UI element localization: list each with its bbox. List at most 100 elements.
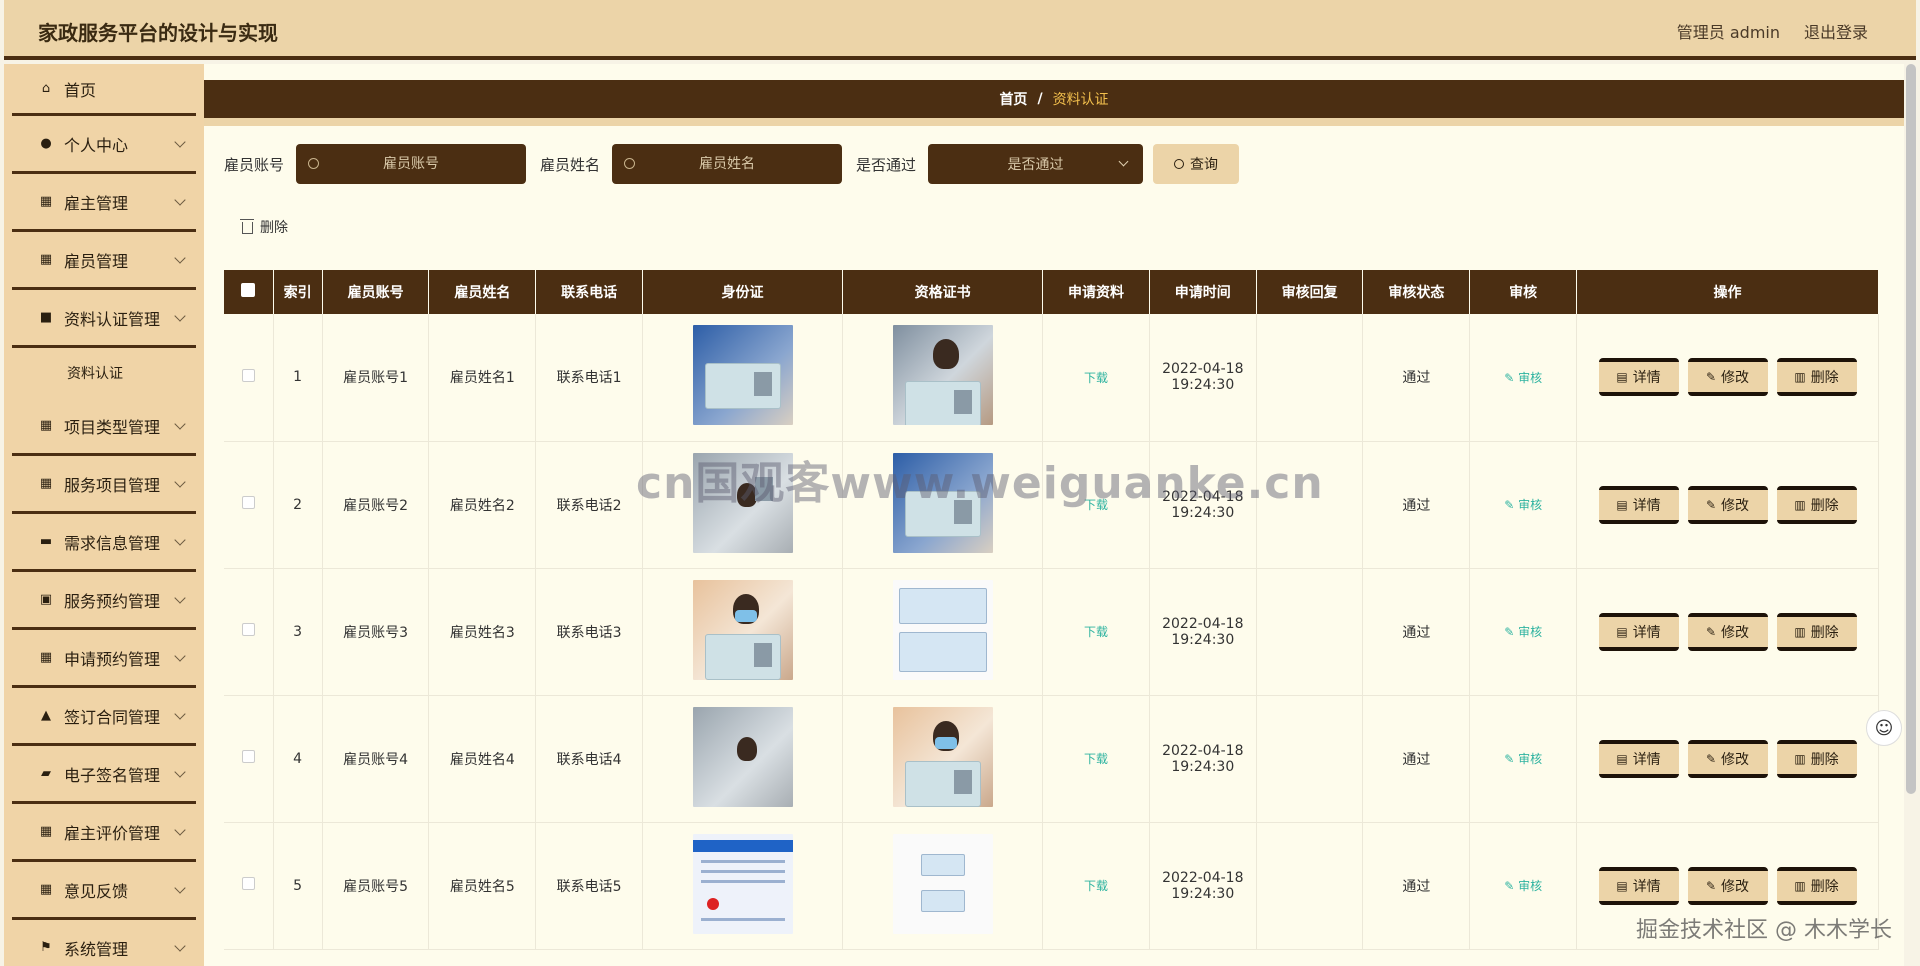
main-content: 首页 / 资料认证 雇员账号 雇员姓名 是否通过 是否通过 查询 删除 bbox=[204, 64, 1904, 966]
sidebar-item-feedback[interactable]: ▦ 意见反馈 bbox=[12, 862, 196, 920]
name-cell: 雇员姓名1 bbox=[428, 314, 537, 442]
certificate-photo[interactable] bbox=[892, 325, 993, 426]
id-card-photo[interactable] bbox=[692, 579, 793, 680]
apply-date: 2022-04-18 bbox=[1162, 869, 1244, 886]
detail-button[interactable]: ▤ 详情 bbox=[1598, 866, 1679, 905]
id-card-photo[interactable] bbox=[692, 706, 793, 807]
audit-label: 审核 bbox=[1518, 370, 1543, 385]
delete-label: 删除 bbox=[1810, 878, 1839, 895]
edit-button[interactable]: ✎ 修改 bbox=[1687, 612, 1768, 651]
sidebar-item-evaluation[interactable]: ▦ 雇主评价管理 bbox=[12, 804, 196, 862]
sidebar-item-system[interactable]: ⚑ 系统管理 bbox=[12, 920, 196, 966]
assistant-avatar-icon[interactable]: ☺ bbox=[1866, 710, 1902, 746]
phone-cell: 联系电话3 bbox=[535, 568, 644, 696]
delete-button[interactable]: ▥ 删除 bbox=[1776, 612, 1857, 651]
account-cell: 雇员账号4 bbox=[322, 695, 430, 823]
row-checkbox[interactable] bbox=[241, 496, 255, 509]
audit-link[interactable]: ✎ 审核 bbox=[1504, 371, 1542, 385]
batch-delete-button[interactable]: 删除 bbox=[240, 217, 288, 237]
sidebar-item-reservation[interactable]: ▣ 服务预约管理 bbox=[12, 572, 196, 630]
flag-icon: ⚑ bbox=[40, 940, 52, 955]
row-checkbox[interactable] bbox=[241, 877, 255, 890]
edit-button[interactable]: ✎ 修改 bbox=[1687, 739, 1768, 778]
pass-select[interactable]: 是否通过 bbox=[928, 144, 1144, 184]
top-header: 家政服务平台的设计与实现 管理员 admin 退出登录 bbox=[4, 0, 1916, 60]
table-row: 4 雇员账号4 雇员姓名4 联系电话4 下载 2022-04-18 19:24:3… bbox=[224, 695, 1879, 823]
query-button[interactable]: 查询 bbox=[1153, 144, 1240, 184]
certificate-photo[interactable] bbox=[892, 706, 993, 807]
phone-cell: 联系电话2 bbox=[535, 441, 644, 569]
id-card-photo[interactable] bbox=[692, 452, 793, 553]
breadcrumb-home[interactable]: 首页 bbox=[999, 89, 1027, 109]
person-icon: ▲ bbox=[41, 708, 51, 723]
grid-icon: ▦ bbox=[39, 418, 53, 433]
name-cell: 雇员姓名2 bbox=[428, 441, 537, 569]
account-input[interactable] bbox=[326, 156, 497, 172]
audit-link[interactable]: ✎ 审核 bbox=[1504, 752, 1542, 766]
scrollbar[interactable] bbox=[1906, 64, 1916, 794]
delete-button[interactable]: ▥ 删除 bbox=[1776, 358, 1857, 397]
sidebar-item-apply-reservation[interactable]: ▦ 申请预约管理 bbox=[12, 630, 196, 688]
table-header-row: 索引 雇员账号 雇员姓名 联系电话 身份证 资格证书 申请资料 申请时间 审核回… bbox=[224, 270, 1879, 314]
row-checkbox[interactable] bbox=[241, 623, 255, 636]
edit-button[interactable]: ✎ 修改 bbox=[1687, 866, 1768, 905]
detail-button[interactable]: ▤ 详情 bbox=[1598, 485, 1679, 524]
chevron-down-icon bbox=[174, 940, 186, 952]
sidebar-item-employer[interactable]: ▦ 雇主管理 bbox=[12, 174, 196, 232]
status-cell: 通过 bbox=[1362, 822, 1471, 950]
chevron-down-icon bbox=[174, 882, 186, 894]
download-link[interactable]: 下载 bbox=[1084, 752, 1108, 766]
sidebar-item-certification[interactable]: ■ 资料认证管理 bbox=[12, 290, 196, 348]
detail-button[interactable]: ▤ 详情 bbox=[1598, 612, 1679, 651]
apply-time: 19:24:30 bbox=[1171, 758, 1235, 775]
pass-label: 是否通过 bbox=[856, 155, 917, 174]
detail-button[interactable]: ▤ 详情 bbox=[1598, 358, 1679, 397]
sidebar-item-label: 需求信息管理 bbox=[64, 533, 161, 553]
sidebar-item-label: 服务项目管理 bbox=[64, 475, 161, 495]
delete-button[interactable]: ▥ 删除 bbox=[1776, 739, 1857, 778]
sidebar-item-project-type[interactable]: ▦ 项目类型管理 bbox=[12, 398, 196, 456]
row-checkbox[interactable] bbox=[241, 368, 255, 382]
download-link[interactable]: 下载 bbox=[1084, 371, 1108, 385]
row-checkbox[interactable] bbox=[241, 750, 255, 763]
certificate-photo[interactable] bbox=[892, 833, 993, 934]
id-card-photo[interactable] bbox=[692, 833, 793, 934]
sidebar-item-demand[interactable]: ▬ 需求信息管理 bbox=[12, 514, 196, 572]
id-card-photo[interactable] bbox=[692, 325, 793, 426]
certificate-photo[interactable] bbox=[892, 579, 993, 680]
name-cell: 雇员姓名3 bbox=[428, 568, 537, 696]
audit-link[interactable]: ✎ 审核 bbox=[1504, 625, 1542, 639]
sidebar-item-contract[interactable]: ▲ 签订合同管理 bbox=[12, 688, 196, 746]
audit-link[interactable]: ✎ 审核 bbox=[1504, 879, 1542, 893]
edit-button[interactable]: ✎ 修改 bbox=[1687, 485, 1768, 524]
edit-button[interactable]: ✎ 修改 bbox=[1687, 358, 1768, 397]
phone-cell: 联系电话4 bbox=[535, 695, 644, 823]
sidebar-item-service-project[interactable]: ▦ 服务项目管理 bbox=[12, 456, 196, 514]
chevron-down-icon bbox=[174, 136, 186, 148]
download-link[interactable]: 下载 bbox=[1084, 625, 1108, 639]
sidebar-item-label: 资料认证管理 bbox=[64, 309, 161, 329]
sidebar-item-profile[interactable]: ● 个人中心 bbox=[12, 116, 196, 174]
column-header: 雇员账号 bbox=[322, 270, 430, 314]
sidebar-subitem-certification[interactable]: 资料认证 bbox=[12, 348, 196, 398]
certification-table: 索引 雇员账号 雇员姓名 联系电话 身份证 资格证书 申请资料 申请时间 审核回… bbox=[224, 270, 1879, 950]
pencil-icon: ✎ bbox=[1705, 370, 1717, 385]
certificate-photo[interactable] bbox=[892, 452, 993, 553]
chevron-down-icon bbox=[174, 418, 186, 430]
detail-button[interactable]: ▤ 详情 bbox=[1598, 739, 1679, 778]
grid-icon: ▦ bbox=[39, 882, 53, 897]
delete-button[interactable]: ▥ 删除 bbox=[1776, 866, 1857, 905]
sidebar-item-signature[interactable]: ▰ 电子签名管理 bbox=[12, 746, 196, 804]
download-link[interactable]: 下载 bbox=[1084, 879, 1108, 893]
sidebar-item-home[interactable]: ⌂ 首页 bbox=[12, 64, 196, 116]
delete-button[interactable]: ▥ 删除 bbox=[1776, 485, 1857, 524]
row-actions: ▤ 详情 ✎ 修改 ▥ 删除 bbox=[1577, 739, 1878, 778]
download-link[interactable]: 下载 bbox=[1084, 498, 1108, 512]
logout-link[interactable]: 退出登录 bbox=[1804, 19, 1868, 43]
select-all-checkbox[interactable] bbox=[241, 283, 256, 297]
sidebar-item-employee[interactable]: ▦ 雇员管理 bbox=[12, 232, 196, 290]
audit-link[interactable]: ✎ 审核 bbox=[1504, 498, 1542, 512]
account-field bbox=[296, 144, 527, 184]
index-cell: 2 bbox=[273, 441, 323, 569]
name-input[interactable] bbox=[642, 156, 813, 172]
